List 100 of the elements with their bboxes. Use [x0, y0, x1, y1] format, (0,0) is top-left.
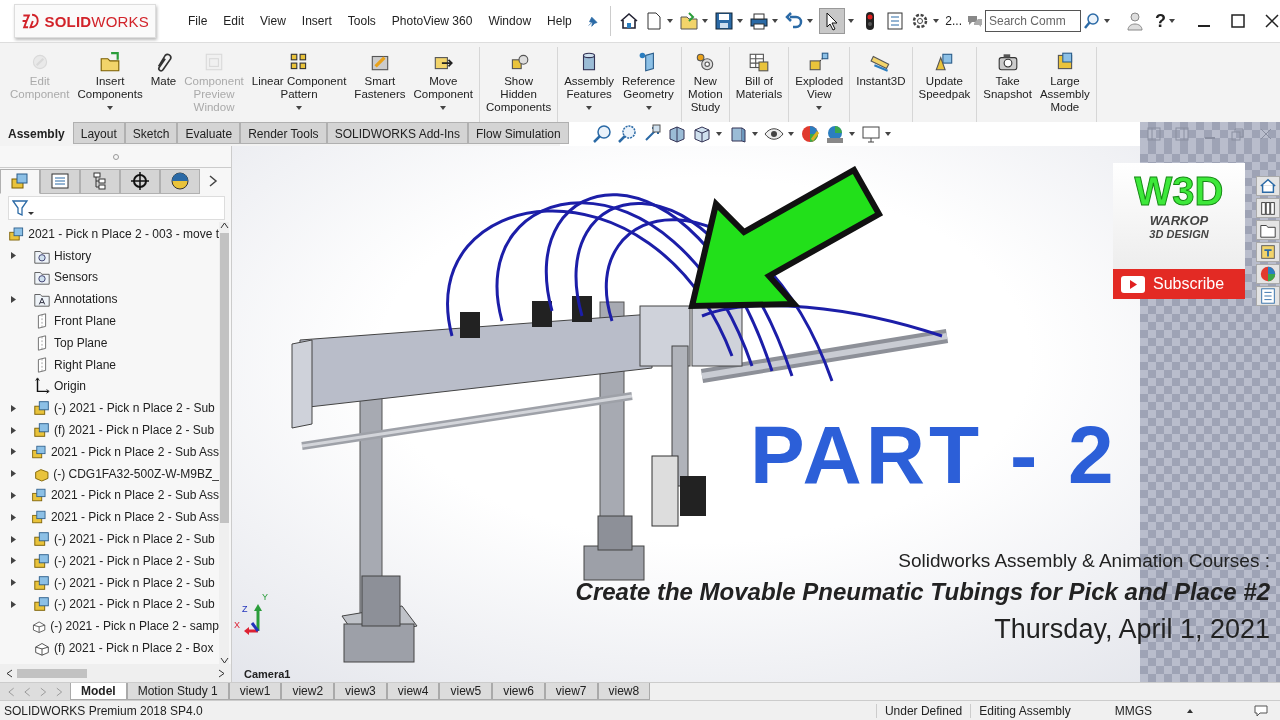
- pin-icon[interactable]: [587, 14, 599, 28]
- tree-item[interactable]: 2021 - Pick n Place 2 - Sub Ass: [8, 440, 219, 463]
- home-icon[interactable]: [619, 11, 640, 31]
- ribbon-button[interactable]: Large Assembly Mode: [1036, 47, 1093, 122]
- undo-icon[interactable]: [784, 11, 805, 31]
- caret-icon[interactable]: [806, 17, 815, 25]
- view-tab[interactable]: view2: [281, 683, 335, 700]
- user-icon[interactable]: [1126, 11, 1144, 31]
- ribbon-button[interactable]: Smart Fasteners: [351, 47, 409, 122]
- tile-right-icon[interactable]: [1174, 126, 1190, 142]
- search-icon[interactable]: [1083, 12, 1101, 30]
- expand-arrow-icon[interactable]: [10, 599, 17, 609]
- tree-item[interactable]: (f) 2021 - Pick n Place 2 - Sub: [8, 419, 219, 441]
- view-tab[interactable]: view7: [544, 683, 598, 700]
- caret-icon[interactable]: [666, 17, 675, 25]
- expand-arrow-icon[interactable]: [10, 469, 17, 479]
- task-pane-tab[interactable]: [1256, 220, 1280, 240]
- tree-item[interactable]: Annotations: [8, 288, 219, 311]
- ribbon-button[interactable]: Insert Components: [74, 47, 146, 122]
- ribbon-button[interactable]: Mate: [147, 47, 180, 122]
- tree-item[interactable]: 2021 - Pick n Place 2 - 003 - move t: [8, 223, 219, 245]
- expand-arrow-icon[interactable]: [10, 512, 17, 522]
- caret-icon[interactable]: [1168, 17, 1176, 25]
- expand-arrow-icon[interactable]: [10, 578, 17, 588]
- menu-item[interactable]: File: [180, 14, 216, 28]
- view-tab[interactable]: view5: [439, 683, 493, 700]
- caret-icon[interactable]: [884, 130, 892, 138]
- ribbon-button[interactable]: Linear Component Pattern: [248, 47, 350, 122]
- chat-icon[interactable]: [1254, 703, 1270, 718]
- ribbon-button[interactable]: Take Snapshot: [980, 47, 1035, 122]
- tree-item[interactable]: (f) 2021 - Pick n Place 2 - Box: [8, 637, 219, 659]
- subscribe-button[interactable]: Subscribe: [1113, 269, 1245, 299]
- filter-field[interactable]: [8, 196, 225, 220]
- ribbon-button[interactable]: Assembly Features: [561, 47, 618, 122]
- expand-arrow-icon[interactable]: [10, 251, 17, 261]
- scroll-thumb[interactable]: [17, 668, 87, 678]
- task-pane-tab[interactable]: [1256, 286, 1280, 306]
- zoom-area-icon[interactable]: [617, 124, 637, 144]
- command-tab[interactable]: Sketch: [124, 122, 178, 144]
- tree-item[interactable]: Right Plane: [8, 353, 219, 376]
- menu-item[interactable]: Window: [480, 14, 540, 28]
- tree-item[interactable]: 2021 - Pick n Place 2 - Sub Ass: [8, 484, 219, 507]
- caret-icon[interactable]: [848, 130, 856, 138]
- ribbon-button[interactable]: Instant3D: [853, 47, 909, 122]
- command-tab[interactable]: Layout: [72, 122, 125, 144]
- expand-arrow-icon[interactable]: [10, 490, 17, 500]
- view-tab[interactable]: view6: [492, 683, 545, 700]
- command-tab[interactable]: Flow Simulation: [468, 122, 569, 144]
- zoom-to-fit-icon[interactable]: [592, 124, 612, 144]
- view-tab[interactable]: view3: [334, 683, 387, 700]
- scroll-up-icon[interactable]: [219, 222, 229, 229]
- menu-item[interactable]: Insert: [293, 14, 340, 28]
- appearance-icon[interactable]: [800, 124, 820, 144]
- caret-icon[interactable]: [771, 17, 780, 25]
- view-tab[interactable]: view4: [386, 683, 440, 700]
- caret-icon[interactable]: [1103, 17, 1111, 25]
- expand-arrow-icon[interactable]: [10, 403, 17, 413]
- view-tab[interactable]: Motion Study 1: [126, 683, 229, 700]
- ribbon-button[interactable]: Move Component: [410, 47, 476, 122]
- caret-icon[interactable]: [701, 17, 710, 25]
- menu-item[interactable]: PhotoView 360: [383, 14, 481, 28]
- view-tab[interactable]: view1: [228, 683, 282, 700]
- tile-left-icon[interactable]: [1146, 126, 1162, 142]
- select-tool-button[interactable]: [819, 8, 846, 34]
- ribbon-button[interactable]: Exploded View: [792, 47, 847, 122]
- ribbon-button[interactable]: Reference Geometry: [619, 47, 679, 122]
- scene-icon[interactable]: [825, 124, 845, 144]
- tree-item[interactable]: 2021 - Pick n Place 2 - Sub Ass: [8, 506, 219, 529]
- tree-item[interactable]: (-) CDG1FA32-500Z-W-M9BZ_: [8, 462, 219, 485]
- vertical-scrollbar[interactable]: [219, 222, 229, 664]
- scroll-down-icon[interactable]: [219, 657, 229, 664]
- view-tab[interactable]: Model: [70, 683, 127, 700]
- expand-arrow-icon[interactable]: [10, 556, 17, 566]
- caret-icon[interactable]: [715, 130, 723, 138]
- cube-icon[interactable]: [728, 124, 748, 144]
- tree-item[interactable]: (-) 2021 - Pick n Place 2 - samp: [8, 615, 219, 638]
- expand-arrow-icon[interactable]: [10, 294, 17, 304]
- ribbon-button[interactable]: Show Hidden Components: [482, 47, 555, 122]
- scroll-left-icon[interactable]: [6, 668, 13, 678]
- task-pane-tab[interactable]: [1256, 242, 1280, 262]
- tree-item[interactable]: (-) 2021 - Pick n Place 2 - Sub: [8, 549, 219, 572]
- tree-item[interactable]: (-) 2021 - Pick n Place 2 - Sub: [8, 571, 219, 594]
- task-pane-tab[interactable]: [1256, 198, 1280, 218]
- view-tab[interactable]: view8: [597, 683, 651, 700]
- caret-icon[interactable]: [932, 17, 941, 25]
- panel-tab[interactable]: [120, 168, 160, 194]
- units-selector[interactable]: MMGS: [1114, 703, 1152, 718]
- scroll-right-icon[interactable]: [218, 668, 225, 678]
- task-pane-tab[interactable]: [1256, 176, 1280, 196]
- chevron-right-icon[interactable]: [208, 174, 218, 188]
- tree-item[interactable]: Origin: [8, 375, 219, 398]
- tree-item[interactable]: (-) 2021 - Pick n Place 2 - Sub: [8, 397, 219, 420]
- maximize-icon[interactable]: [1230, 13, 1246, 29]
- ribbon-button[interactable]: Bill of Materials: [732, 47, 786, 122]
- tree-item[interactable]: (-) 2021 - Pick n Place 2 - Sub: [8, 593, 219, 616]
- expand-arrow-icon[interactable]: [10, 447, 17, 457]
- printer-icon[interactable]: [749, 11, 770, 31]
- tree-item[interactable]: (-) 2021 - Pick n Place 2 - Sub: [8, 528, 219, 550]
- help-button[interactable]: ?: [1155, 10, 1166, 32]
- close-icon[interactable]: [1264, 13, 1280, 29]
